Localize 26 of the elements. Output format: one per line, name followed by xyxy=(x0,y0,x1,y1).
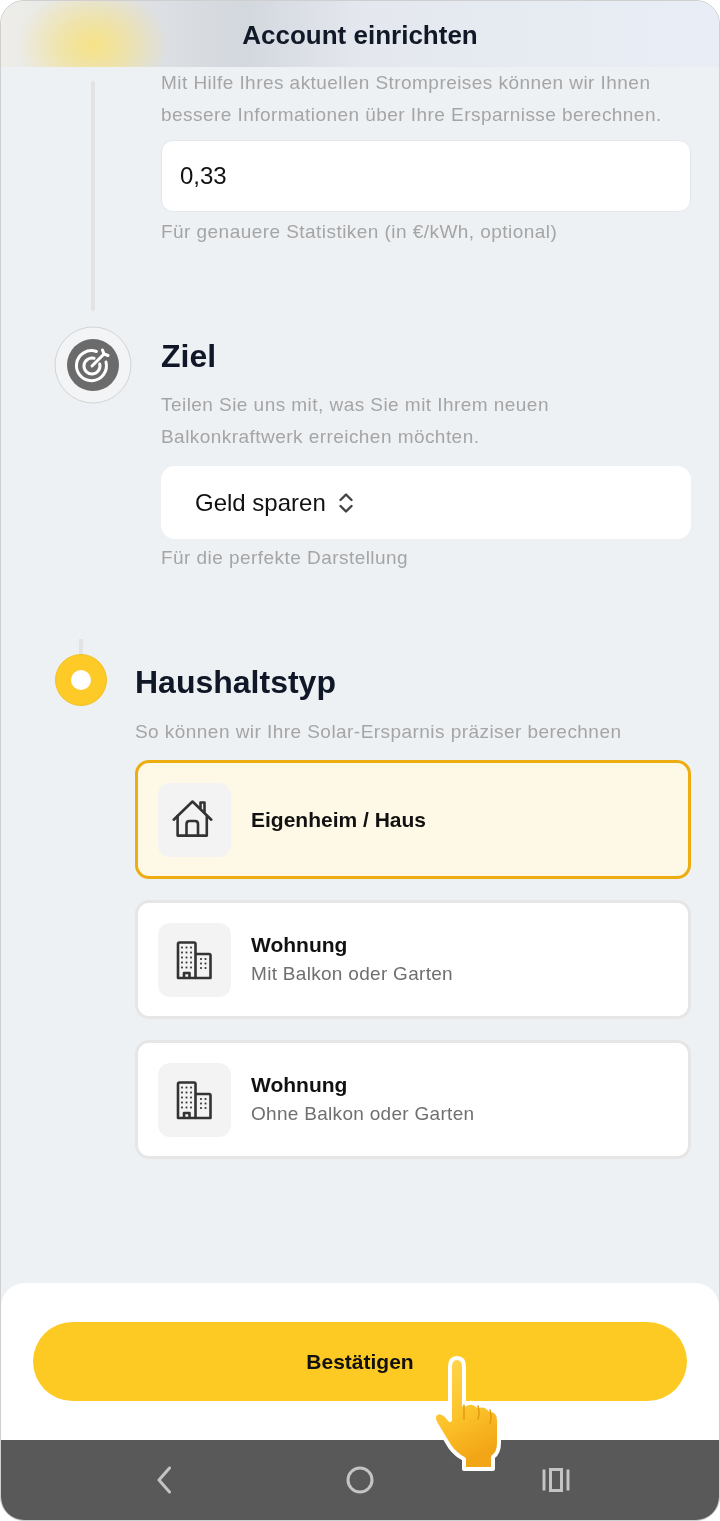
household-option[interactable]: Wohnung Mit Balkon oder Garten xyxy=(135,900,691,1019)
step-title: Haushaltstyp xyxy=(135,663,337,702)
option-title: Wohnung xyxy=(251,932,349,958)
option-title: Wohnung xyxy=(251,1072,349,1098)
house-icon xyxy=(158,782,231,857)
apartment-building-icon xyxy=(158,1062,231,1137)
back-icon[interactable] xyxy=(156,1466,172,1494)
step-description: So können wir Ihre Solar-Ersparnis präziser berechnen xyxy=(135,720,623,744)
field-hint: Für die perfekte Darstellung xyxy=(161,546,410,570)
option-title: Eigenheim / Haus xyxy=(251,806,427,833)
screen-title: Account einrichten xyxy=(242,19,478,51)
recent-apps-icon[interactable] xyxy=(542,1468,570,1492)
option-subtitle: Ohne Balkon oder Garten xyxy=(251,1102,475,1126)
apartment-building-icon xyxy=(158,922,231,997)
text-input[interactable]: 0,33 xyxy=(161,140,691,212)
confirm-button[interactable]: Bestätigen xyxy=(33,1322,687,1401)
household-option[interactable]: Eigenheim / Haus xyxy=(135,760,691,879)
option-subtitle: Mit Balkon oder Garten xyxy=(251,962,453,986)
chevron-up-down-icon xyxy=(337,490,354,515)
household-option[interactable]: Wohnung Ohne Balkon oder Garten xyxy=(135,1040,691,1159)
step-description: Mit Hilfe Ihres aktuellen Strompreises können wir Ihnen bessere Informationen über Ihre Ersparnisse berechnen. xyxy=(161,71,663,127)
step-description: Teilen Sie uns mit, was Sie mit Ihrem neuen Balkonkraftwerk erreichen möchten. xyxy=(161,393,550,449)
dropdown-select[interactable]: Geld sparen xyxy=(161,466,691,539)
step-title: Ziel xyxy=(161,337,218,376)
field-hint: Für genauere Statistiken (in €/kWh, optional) xyxy=(161,220,559,244)
home-icon[interactable] xyxy=(346,1466,374,1494)
